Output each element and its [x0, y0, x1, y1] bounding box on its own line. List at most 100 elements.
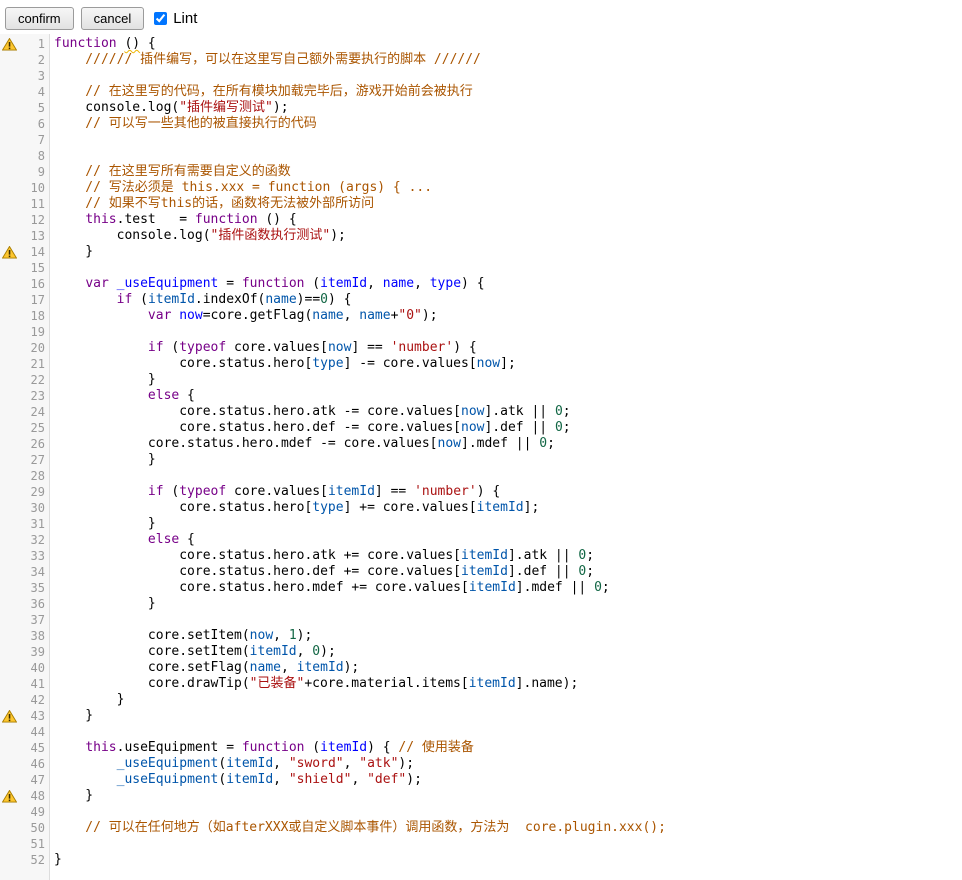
code-text[interactable]	[50, 324, 54, 340]
code-line[interactable]: 13 console.log("插件函数执行测试");	[0, 228, 962, 244]
code-line[interactable]: 8	[0, 148, 962, 164]
code-line[interactable]: 43 }	[0, 708, 962, 724]
code-line[interactable]: 14 }	[0, 244, 962, 260]
code-line[interactable]: 35 core.status.hero.mdef += core.values[…	[0, 580, 962, 596]
code-line[interactable]: 6 // 可以写一些其他的被直接执行的代码	[0, 116, 962, 132]
code-text[interactable]	[50, 148, 54, 164]
code-text[interactable]: core.setFlag(name, itemId);	[50, 660, 359, 676]
code-line[interactable]: 1function () {	[0, 36, 962, 52]
code-text[interactable]: _useEquipment(itemId, "sword", "atk");	[50, 756, 414, 772]
code-text[interactable]: // 可以在任何地方（如afterXXX或自定义脚本事件）调用函数，方法为 co…	[50, 820, 666, 836]
code-text[interactable]: if (typeof core.values[now] == 'number')…	[50, 340, 477, 356]
code-text[interactable]: else {	[50, 532, 195, 548]
code-text[interactable]: if (itemId.indexOf(name)==0) {	[50, 292, 351, 308]
code-line[interactable]: 11 // 如果不写this的话，函数将无法被外部所访问	[0, 196, 962, 212]
code-line[interactable]: 45 this.useEquipment = function (itemId)…	[0, 740, 962, 756]
code-line[interactable]: 3	[0, 68, 962, 84]
code-line[interactable]: 5 console.log("插件编写测试");	[0, 100, 962, 116]
code-line[interactable]: 23 else {	[0, 388, 962, 404]
code-line[interactable]: 36 }	[0, 596, 962, 612]
code-text[interactable]	[50, 132, 54, 148]
code-text[interactable]: }	[50, 708, 93, 724]
code-text[interactable]: core.drawTip("已装备"+core.material.items[i…	[50, 676, 578, 692]
code-text[interactable]: ////// 插件编写，可以在这里写自己额外需要执行的脚本 //////	[50, 52, 481, 68]
code-text[interactable]: core.status.hero.mdef += core.values[ite…	[50, 580, 610, 596]
code-line[interactable]: 18 var now=core.getFlag(name, name+"0");	[0, 308, 962, 324]
code-text[interactable]: else {	[50, 388, 195, 404]
code-editor[interactable]: 1function () {2 ////// 插件编写，可以在这里写自己额外需要…	[0, 34, 962, 880]
code-text[interactable]: }	[50, 516, 156, 532]
code-line[interactable]: 48 }	[0, 788, 962, 804]
code-line[interactable]: 50 // 可以在任何地方（如afterXXX或自定义脚本事件）调用函数，方法为…	[0, 820, 962, 836]
code-text[interactable]	[50, 724, 54, 740]
code-line[interactable]: 52}	[0, 852, 962, 868]
code-line[interactable]: 20 if (typeof core.values[now] == 'numbe…	[0, 340, 962, 356]
code-line[interactable]: 40 core.setFlag(name, itemId);	[0, 660, 962, 676]
code-text[interactable]	[50, 68, 54, 84]
code-text[interactable]: }	[50, 452, 156, 468]
code-text[interactable]: function () {	[50, 36, 156, 52]
code-text[interactable]: var now=core.getFlag(name, name+"0");	[50, 308, 438, 324]
code-line[interactable]: 33 core.status.hero.atk += core.values[i…	[0, 548, 962, 564]
code-text[interactable]: core.status.hero.mdef -= core.values[now…	[50, 436, 555, 452]
code-line[interactable]: 39 core.setItem(itemId, 0);	[0, 644, 962, 660]
code-text[interactable]: }	[50, 692, 124, 708]
code-line[interactable]: 16 var _useEquipment = function (itemId,…	[0, 276, 962, 292]
code-text[interactable]	[50, 468, 54, 484]
code-line[interactable]: 12 this.test = function () {	[0, 212, 962, 228]
code-line[interactable]: 46 _useEquipment(itemId, "sword", "atk")…	[0, 756, 962, 772]
code-text[interactable]: }	[50, 788, 93, 804]
code-line[interactable]: 38 core.setItem(now, 1);	[0, 628, 962, 644]
code-line[interactable]: 15	[0, 260, 962, 276]
code-text[interactable]: }	[50, 596, 156, 612]
code-line[interactable]: 2 ////// 插件编写，可以在这里写自己额外需要执行的脚本 //////	[0, 52, 962, 68]
code-line[interactable]: 9 // 在这里写所有需要自定义的函数	[0, 164, 962, 180]
code-text[interactable]: // 在这里写所有需要自定义的函数	[50, 164, 291, 180]
code-line[interactable]: 21 core.status.hero[type] -= core.values…	[0, 356, 962, 372]
code-line[interactable]: 42 }	[0, 692, 962, 708]
code-text[interactable]: // 可以写一些其他的被直接执行的代码	[50, 116, 317, 132]
code-text[interactable]: // 在这里写的代码，在所有模块加载完毕后，游戏开始前会被执行	[50, 84, 473, 100]
editor-lines[interactable]: 1function () {2 ////// 插件编写，可以在这里写自己额外需要…	[0, 34, 962, 868]
code-line[interactable]: 17 if (itemId.indexOf(name)==0) {	[0, 292, 962, 308]
code-line[interactable]: 32 else {	[0, 532, 962, 548]
lint-toggle[interactable]: Lint	[154, 10, 197, 27]
code-line[interactable]: 34 core.status.hero.def += core.values[i…	[0, 564, 962, 580]
code-text[interactable]: // 写法必须是 this.xxx = function (args) { ..…	[50, 180, 432, 196]
code-text[interactable]	[50, 612, 54, 628]
code-line[interactable]: 4 // 在这里写的代码，在所有模块加载完毕后，游戏开始前会被执行	[0, 84, 962, 100]
code-text[interactable]: var _useEquipment = function (itemId, na…	[50, 276, 485, 292]
code-line[interactable]: 41 core.drawTip("已装备"+core.material.item…	[0, 676, 962, 692]
code-line[interactable]: 24 core.status.hero.atk -= core.values[n…	[0, 404, 962, 420]
code-line[interactable]: 28	[0, 468, 962, 484]
code-line[interactable]: 37	[0, 612, 962, 628]
code-line[interactable]: 44	[0, 724, 962, 740]
code-text[interactable]: core.setItem(now, 1);	[50, 628, 312, 644]
code-line[interactable]: 7	[0, 132, 962, 148]
code-text[interactable]: core.status.hero.atk += core.values[item…	[50, 548, 594, 564]
code-text[interactable]: _useEquipment(itemId, "shield", "def");	[50, 772, 422, 788]
confirm-button[interactable]: confirm	[5, 7, 74, 30]
lint-checkbox[interactable]	[154, 12, 167, 25]
code-text[interactable]: }	[50, 372, 156, 388]
code-text[interactable]: console.log("插件编写测试");	[50, 100, 289, 116]
code-line[interactable]: 26 core.status.hero.mdef -= core.values[…	[0, 436, 962, 452]
code-line[interactable]: 29 if (typeof core.values[itemId] == 'nu…	[0, 484, 962, 500]
code-line[interactable]: 51	[0, 836, 962, 852]
code-line[interactable]: 30 core.status.hero[type] += core.values…	[0, 500, 962, 516]
code-text[interactable]: if (typeof core.values[itemId] == 'numbe…	[50, 484, 500, 500]
code-text[interactable]: }	[50, 244, 93, 260]
code-line[interactable]: 47 _useEquipment(itemId, "shield", "def"…	[0, 772, 962, 788]
code-text[interactable]: core.status.hero.atk -= core.values[now]…	[50, 404, 571, 420]
code-line[interactable]: 19	[0, 324, 962, 340]
code-text[interactable]: console.log("插件函数执行测试");	[50, 228, 346, 244]
code-line[interactable]: 22 }	[0, 372, 962, 388]
code-line[interactable]: 27 }	[0, 452, 962, 468]
code-text[interactable]: core.status.hero.def += core.values[item…	[50, 564, 594, 580]
code-text[interactable]: core.status.hero[type] += core.values[it…	[50, 500, 539, 516]
code-text[interactable]	[50, 804, 54, 820]
code-text[interactable]	[50, 836, 54, 852]
code-line[interactable]: 31 }	[0, 516, 962, 532]
code-text[interactable]: core.status.hero[type] -= core.values[no…	[50, 356, 516, 372]
code-text[interactable]: this.test = function () {	[50, 212, 297, 228]
